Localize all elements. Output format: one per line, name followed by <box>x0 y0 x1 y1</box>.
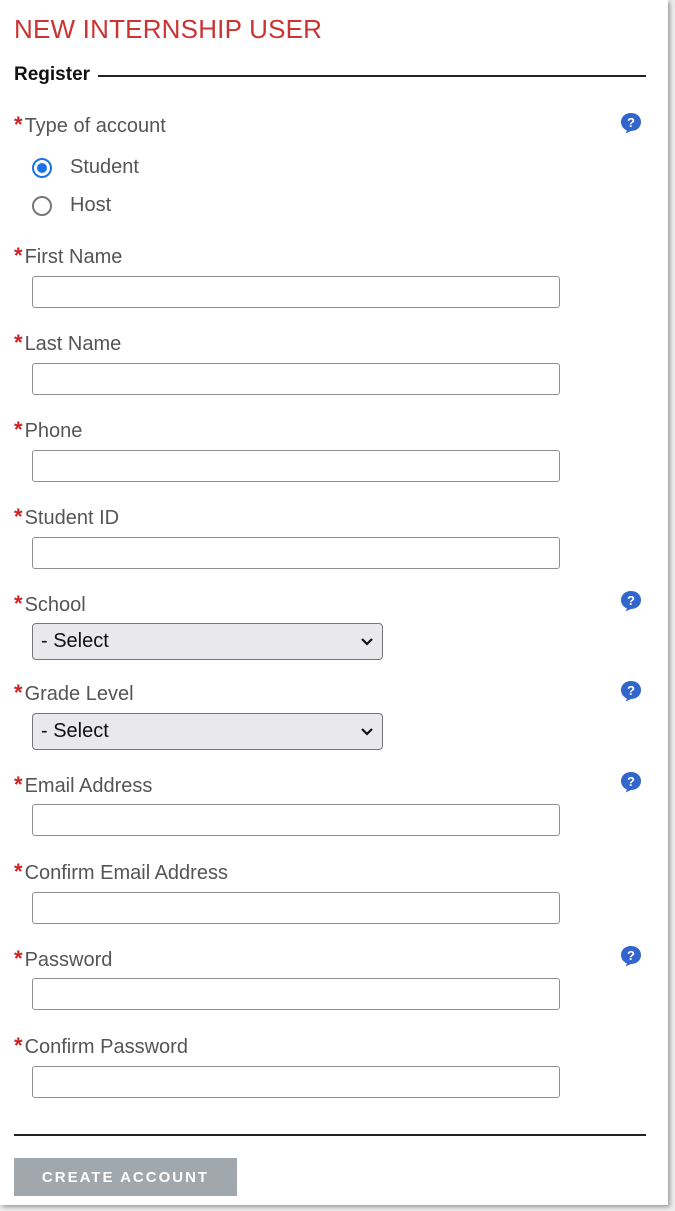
school-label-row: * School <box>14 593 86 617</box>
email-label-row: * Email Address <box>14 774 152 798</box>
phone-label-row: * Phone <box>14 419 82 443</box>
password-input[interactable] <box>32 978 560 1010</box>
student-id-input[interactable] <box>32 537 560 569</box>
grade-level-label: Grade Level <box>24 683 134 705</box>
phone-label: Phone <box>24 420 83 442</box>
required-marker: * <box>14 330 23 355</box>
grade-level-select[interactable]: - Select <box>32 713 383 750</box>
chevron-down-icon <box>361 637 373 646</box>
first-name-input[interactable] <box>32 276 560 308</box>
confirm-password-label: Confirm Password <box>24 1036 188 1058</box>
student-id-label: Student ID <box>24 507 120 529</box>
radio-student-label: Student <box>70 156 139 178</box>
last-name-label-row: * Last Name <box>14 332 121 356</box>
account-type-label-row: * Type of account <box>14 114 166 138</box>
create-account-button[interactable]: CREATE ACCOUNT <box>14 1158 237 1196</box>
phone-input[interactable] <box>32 450 560 482</box>
required-marker: * <box>14 772 23 797</box>
confirm-email-label: Confirm Email Address <box>24 862 228 884</box>
required-marker: * <box>14 112 23 137</box>
grade-level-label-row: * Grade Level <box>14 682 134 706</box>
school-label: School <box>24 594 86 616</box>
svg-text:?: ? <box>627 683 635 698</box>
first-name-label-row: * First Name <box>14 245 122 269</box>
required-marker: * <box>14 946 23 971</box>
required-marker: * <box>14 680 23 705</box>
svg-text:?: ? <box>627 948 635 963</box>
radio-host-label: Host <box>70 194 112 216</box>
svg-text:?: ? <box>627 593 635 608</box>
required-marker: * <box>14 1033 23 1058</box>
required-marker: * <box>14 591 23 616</box>
first-name-label: First Name <box>24 246 123 268</box>
password-label-row: * Password <box>14 948 112 972</box>
required-marker: * <box>14 504 23 529</box>
help-question-icon[interactable]: ? <box>620 945 642 967</box>
radio-host[interactable] <box>32 195 52 216</box>
radio-student-row[interactable]: Student <box>32 156 139 179</box>
section-divider <box>14 75 646 77</box>
chevron-down-icon <box>361 727 373 736</box>
registration-panel: NEW INTERNSHIP USER Register * Type of ac… <box>0 0 668 1205</box>
required-marker: * <box>14 243 23 268</box>
radio-host-row[interactable]: Host <box>32 194 111 217</box>
confirm-password-label-row: * Confirm Password <box>14 1035 188 1059</box>
password-label: Password <box>24 949 113 971</box>
student-id-label-row: * Student ID <box>14 506 119 530</box>
last-name-input[interactable] <box>32 363 560 395</box>
help-question-icon[interactable]: ? <box>620 771 642 793</box>
help-question-icon[interactable]: ? <box>620 590 642 612</box>
email-input[interactable] <box>32 804 560 836</box>
school-select-value: - Select <box>41 630 109 652</box>
last-name-label: Last Name <box>24 333 122 355</box>
school-select[interactable]: - Select <box>32 623 383 660</box>
svg-text:?: ? <box>627 774 635 789</box>
svg-text:?: ? <box>627 115 635 130</box>
footer-divider <box>14 1134 646 1136</box>
confirm-password-input[interactable] <box>32 1066 560 1098</box>
page-title: NEW INTERNSHIP USER <box>14 14 323 44</box>
account-type-label: Type of account <box>24 115 166 137</box>
required-marker: * <box>14 417 23 442</box>
confirm-email-label-row: * Confirm Email Address <box>14 861 228 885</box>
register-section-header: Register <box>14 64 646 88</box>
radio-student[interactable] <box>32 157 52 178</box>
help-question-icon[interactable]: ? <box>620 112 642 134</box>
required-marker: * <box>14 859 23 884</box>
help-question-icon[interactable]: ? <box>620 680 642 702</box>
confirm-email-input[interactable] <box>32 892 560 924</box>
email-label: Email Address <box>24 775 153 797</box>
grade-level-select-value: - Select <box>41 720 109 742</box>
section-legend: Register <box>14 64 99 86</box>
